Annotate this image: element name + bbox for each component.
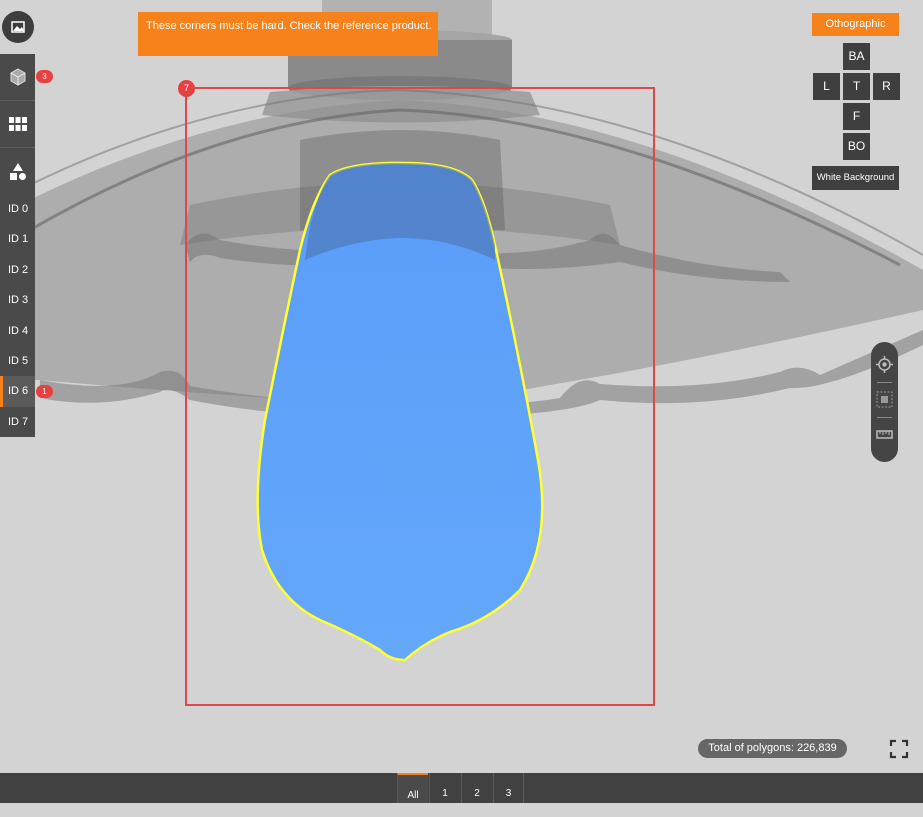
id-6-badge: 1 — [36, 385, 53, 398]
id-item-3[interactable]: ID 3 — [0, 285, 35, 315]
annotation-note[interactable]: These corners must be hard. Check the re… — [138, 12, 438, 56]
id-item-2[interactable]: ID 2 — [0, 255, 35, 285]
view-back-button[interactable]: BA — [843, 43, 870, 70]
tool-panel — [871, 342, 898, 462]
id-item-4[interactable]: ID 4 — [0, 316, 35, 346]
ruler-icon — [876, 430, 893, 439]
orthographic-toggle[interactable]: Othographic — [812, 13, 899, 36]
id-list: ID 0 ID 1 ID 2 ID 3 ID 4 ID 5 ID 6 ID 7 — [0, 194, 35, 438]
polygon-count: Total of polygons: 226,839 — [698, 739, 847, 758]
ruler-tool[interactable] — [875, 425, 894, 444]
image-button[interactable] — [2, 11, 34, 43]
white-background-button[interactable]: White Background — [812, 166, 899, 190]
id-item-6[interactable]: ID 6 — [0, 376, 35, 407]
mesh-view-button[interactable] — [0, 54, 35, 101]
annotation-selection-box[interactable] — [185, 87, 655, 706]
grid-view-button[interactable] — [0, 101, 35, 148]
annotation-number-badge[interactable]: 7 — [178, 80, 195, 97]
tab-3[interactable]: 3 — [493, 773, 524, 803]
view-left-button[interactable]: L — [813, 73, 840, 100]
id-item-1[interactable]: ID 1 — [0, 224, 35, 254]
cube-mesh-icon — [10, 68, 25, 86]
target-tool[interactable] — [875, 355, 894, 374]
grid-icon — [8, 117, 27, 131]
view-front-button[interactable]: F — [843, 103, 870, 130]
fullscreen-icon — [889, 739, 909, 759]
mesh-count-badge: 3 — [36, 70, 53, 83]
view-right-button[interactable]: R — [873, 73, 900, 100]
view-top-button[interactable]: T — [843, 73, 870, 100]
id-item-5[interactable]: ID 5 — [0, 346, 35, 376]
fullscreen-button[interactable] — [889, 739, 909, 759]
tab-2[interactable]: 2 — [461, 773, 492, 803]
select-area-tool[interactable] — [875, 390, 894, 409]
view-bottom-button[interactable]: BO — [843, 133, 870, 160]
shapes-button[interactable] — [0, 148, 35, 195]
tab-1[interactable]: 1 — [429, 773, 460, 803]
select-area-icon — [876, 391, 893, 408]
shapes-icon — [9, 163, 26, 180]
image-icon — [11, 21, 25, 33]
id-item-7[interactable]: ID 7 — [0, 407, 35, 437]
tab-all[interactable]: All — [397, 773, 428, 803]
id-item-0[interactable]: ID 0 — [0, 194, 35, 224]
target-icon — [876, 356, 893, 373]
